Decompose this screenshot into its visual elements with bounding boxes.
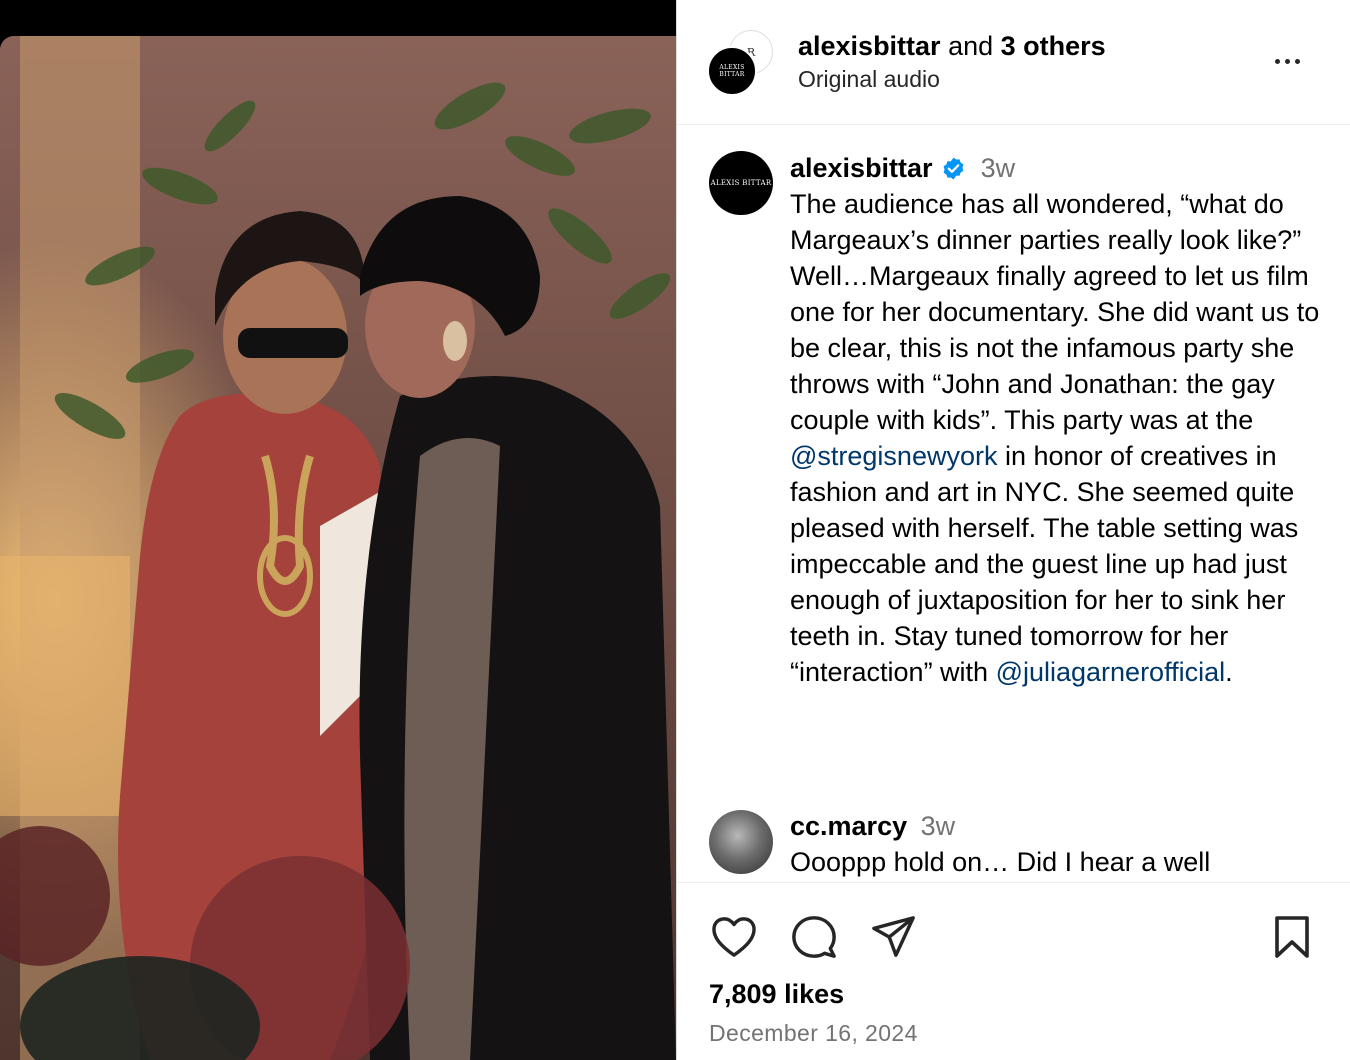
header-username[interactable]: alexisbittar: [798, 31, 941, 61]
caption-username[interactable]: alexisbittar: [790, 150, 933, 186]
like-button[interactable]: [709, 913, 759, 961]
comment-button[interactable]: [789, 913, 839, 961]
mention-link-stregisnewyork[interactable]: @stregisnewyork: [790, 441, 997, 471]
verified-icon: [941, 156, 966, 181]
caption-avatar-text: ALEXIS BITTAR: [710, 179, 772, 187]
video-frame[interactable]: [0, 36, 676, 1060]
header-others-link[interactable]: 3 others: [1001, 31, 1106, 61]
more-icon-dot: [1284, 58, 1290, 64]
author-avatar-text: ALEXIS BITTAR: [719, 63, 745, 78]
audio-link[interactable]: Original audio: [798, 66, 940, 93]
save-button[interactable]: [1267, 913, 1317, 961]
heart-icon: [712, 917, 756, 957]
post-actions-footer: 7,809 likes December 16, 2024: [677, 882, 1350, 1060]
more-options-button[interactable]: [1267, 46, 1307, 76]
collab-avatars[interactable]: R ALEXIS BITTAR: [707, 30, 773, 96]
post-media[interactable]: [0, 0, 676, 1060]
comments-scroll-area[interactable]: ALEXIS BITTAR alexisbittar 3w The audien…: [677, 126, 1350, 882]
likes-count[interactable]: 7,809 likes: [709, 979, 844, 1010]
caption-text-part: The audience has all wondered, “what do …: [790, 189, 1320, 435]
caption-text-part: in honor of creatives in fashion and art…: [790, 441, 1299, 687]
post-date[interactable]: December 16, 2024: [709, 1020, 918, 1047]
comment-text: Oooppp hold on… Did I hear a well: [790, 847, 1211, 877]
share-button[interactable]: [869, 913, 919, 961]
header-connector: and: [940, 31, 1001, 61]
header-title: alexisbittar and 3 others: [798, 30, 1106, 62]
caption-text-end: .: [1225, 657, 1233, 687]
mention-link-juliagarnerofficial[interactable]: @juliagarnerofficial: [996, 657, 1226, 687]
more-icon: [1274, 58, 1280, 64]
caption-header: alexisbittar 3w: [790, 150, 1015, 186]
caption-text: The audience has all wondered, “what do …: [790, 186, 1320, 690]
video-still-image: [0, 36, 676, 1060]
comment-avatar[interactable]: [709, 810, 773, 874]
post-header: R ALEXIS BITTAR alexisbittar and 3 other…: [677, 0, 1350, 125]
share-icon: [872, 916, 915, 957]
post-details-panel: R ALEXIS BITTAR alexisbittar and 3 other…: [676, 0, 1350, 1060]
author-avatar[interactable]: ALEXIS BITTAR: [707, 46, 757, 96]
more-icon-dot: [1294, 58, 1300, 64]
caption-timestamp[interactable]: 3w: [981, 150, 1016, 186]
comment-header: cc.marcy 3w: [790, 808, 955, 844]
comment-username[interactable]: cc.marcy: [790, 811, 907, 841]
comment-icon: [792, 916, 836, 958]
bookmark-icon: [1275, 916, 1309, 958]
caption-avatar[interactable]: ALEXIS BITTAR: [709, 151, 773, 215]
comment-timestamp[interactable]: 3w: [921, 811, 956, 841]
